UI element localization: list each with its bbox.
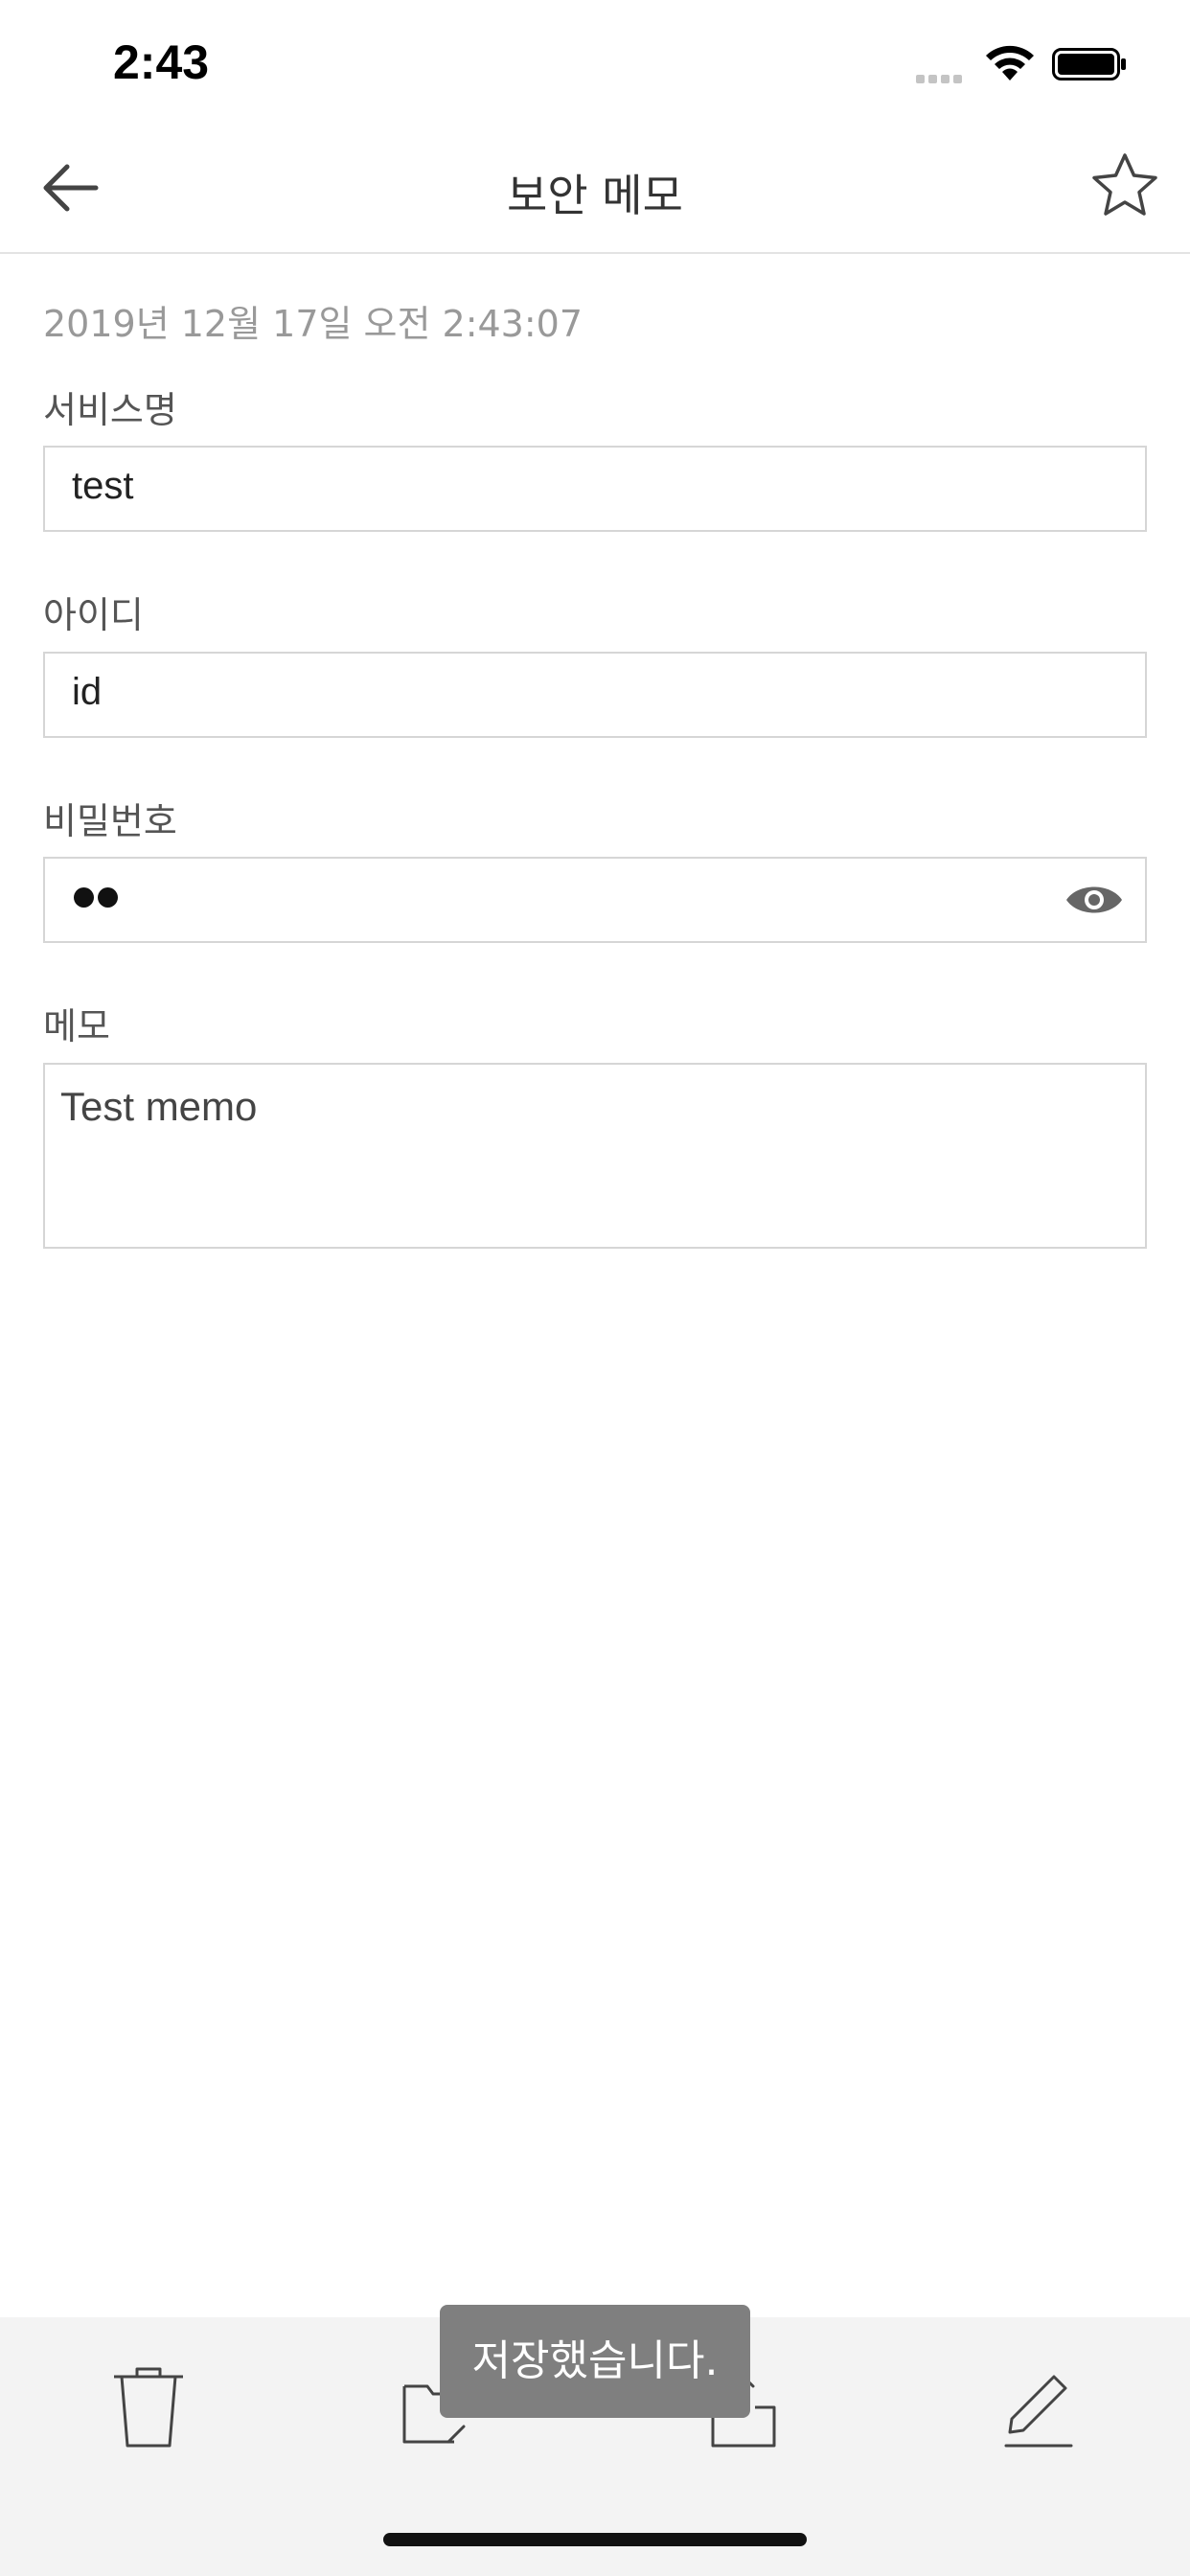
eye-icon[interactable] — [1064, 878, 1124, 922]
password-dot — [98, 887, 118, 908]
memo-value: Test memo — [60, 1084, 258, 1129]
service-field[interactable]: test — [43, 446, 1147, 532]
toast-message: 저장했습니다. — [440, 2305, 750, 2418]
wifi-icon — [986, 45, 1034, 80]
home-indicator — [383, 2533, 807, 2546]
password-label: 비밀번호 — [43, 800, 177, 842]
service-value: test — [72, 465, 134, 507]
password-mask — [74, 887, 122, 911]
service-label: 서비스명 — [43, 389, 177, 431]
signal-dots-icon — [916, 69, 970, 83]
memo-label: 메모 — [43, 1005, 110, 1047]
trash-icon[interactable] — [110, 2365, 187, 2451]
edit-pencil-icon[interactable] — [1002, 2365, 1079, 2451]
memo-field[interactable]: Test memo — [43, 1063, 1147, 1249]
id-value: id — [72, 671, 103, 713]
battery-icon — [1052, 48, 1126, 80]
nav-bar: 보안 메모 — [0, 125, 1190, 254]
password-field[interactable] — [43, 857, 1147, 943]
password-dot — [74, 887, 94, 908]
memo-date: 2019년 12월 17일 오전 2:43:07 — [43, 303, 584, 345]
id-label: 아이디 — [43, 594, 144, 636]
page-title: 보안 메모 — [507, 170, 683, 221]
status-time: 2:43 — [113, 35, 210, 89]
status-bar: 2:43 — [0, 0, 1190, 125]
id-field[interactable]: id — [43, 652, 1147, 738]
star-icon[interactable] — [1087, 148, 1163, 224]
